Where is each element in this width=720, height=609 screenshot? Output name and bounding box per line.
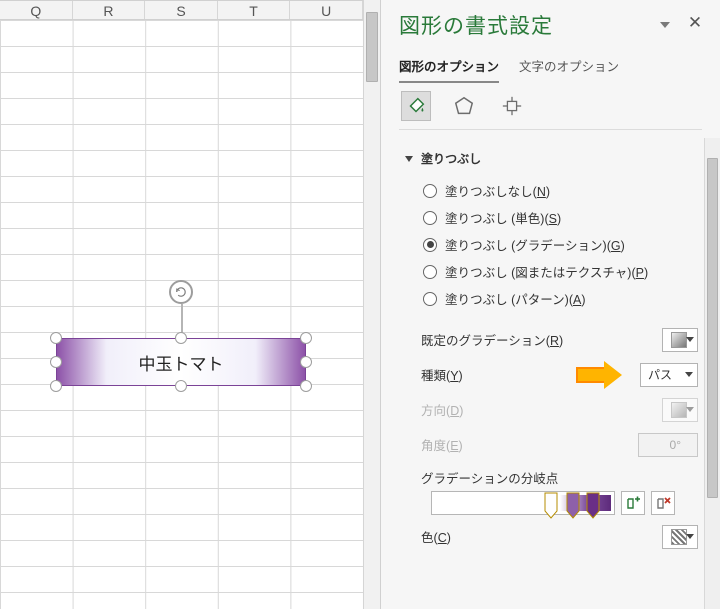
- resize-handle[interactable]: [175, 380, 187, 392]
- resize-handle[interactable]: [175, 332, 187, 344]
- pane-vscrollbar[interactable]: [704, 138, 720, 609]
- preset-gradient-dropdown[interactable]: [662, 328, 698, 352]
- caret-down-icon: [405, 156, 413, 162]
- format-shape-pane: 図形の書式設定 ✕ 図形のオプション 文字のオプション: [380, 0, 720, 609]
- fill-type-radios: 塗りつぶしなし(N) 塗りつぶし (単色)(S) 塗りつぶし (グラデーション)…: [395, 177, 702, 320]
- gradient-type-value: パス: [648, 366, 672, 383]
- radio-fill-solid[interactable]: 塗りつぶし (単色)(S): [423, 204, 702, 231]
- resize-handle[interactable]: [300, 380, 312, 392]
- gradient-direction-label: 方向(D): [421, 400, 463, 419]
- gradient-type-label: 種類(Y): [421, 365, 463, 384]
- gradient-angle-input: 0°: [638, 433, 698, 457]
- shape-rounded-rect[interactable]: 中玉トマト: [56, 338, 306, 386]
- effects-tab[interactable]: [449, 91, 479, 121]
- gradient-stop[interactable]: [566, 489, 580, 519]
- resize-handle[interactable]: [300, 332, 312, 344]
- gradient-type-dropdown[interactable]: パス: [640, 363, 698, 387]
- close-pane-button[interactable]: ✕: [686, 14, 704, 32]
- resize-handle[interactable]: [300, 356, 312, 368]
- rotate-handle[interactable]: [169, 280, 193, 304]
- size-properties-tab[interactable]: [497, 91, 527, 121]
- radio-fill-gradient[interactable]: 塗りつぶし (グラデーション)(G): [423, 231, 702, 258]
- preset-gradient-label: 既定のグラデーション(R): [421, 330, 563, 349]
- remove-gradient-stop-button[interactable]: [651, 491, 675, 515]
- resize-handle[interactable]: [50, 356, 62, 368]
- annotation-arrow-icon: [576, 361, 628, 389]
- col-head[interactable]: Q: [0, 1, 73, 19]
- fill-and-line-tab[interactable]: [401, 91, 431, 121]
- stop-color-label: 色(C): [421, 527, 451, 546]
- radio-fill-none[interactable]: 塗りつぶしなし(N): [423, 177, 702, 204]
- separator: [399, 129, 702, 130]
- tab-text-options[interactable]: 文字のオプション: [519, 56, 619, 83]
- gradient-stop[interactable]: [544, 489, 558, 519]
- resize-handle[interactable]: [50, 332, 62, 344]
- pentagon-icon: [453, 95, 475, 117]
- gradient-stops-slider[interactable]: [431, 491, 615, 515]
- col-head[interactable]: U: [290, 1, 363, 19]
- radio-fill-pattern[interactable]: 塗りつぶし (パターン)(A): [423, 285, 702, 312]
- column-headers[interactable]: Q R S T U: [0, 0, 363, 20]
- gradient-angle-label: 角度(E): [421, 435, 463, 454]
- pane-subtabs: [381, 83, 720, 123]
- scrollbar-thumb[interactable]: [366, 12, 378, 82]
- col-head[interactable]: S: [145, 1, 218, 19]
- rotate-icon: [174, 285, 188, 299]
- fill-section-header[interactable]: 塗りつぶし: [395, 144, 702, 177]
- gradient-direction-dropdown: [662, 398, 698, 422]
- add-gradient-stop-button[interactable]: [621, 491, 645, 515]
- gradient-stops-label: グラデーションの分岐点: [395, 462, 702, 491]
- tab-shape-options[interactable]: 図形のオプション: [399, 56, 499, 83]
- worksheet-vscrollbar[interactable]: [363, 0, 380, 609]
- pane-tabs: 図形のオプション 文字のオプション: [381, 55, 720, 83]
- paint-bucket-icon: [405, 95, 427, 117]
- radio-fill-picture[interactable]: 塗りつぶし (図またはテクスチャ)(P): [423, 258, 702, 285]
- col-head[interactable]: R: [73, 1, 146, 19]
- stop-color-dropdown[interactable]: [662, 525, 698, 549]
- worksheet-area[interactable]: Q R S T U 中玉トマト: [0, 0, 380, 609]
- pane-options-dropdown[interactable]: [660, 22, 670, 28]
- scrollbar-thumb[interactable]: [707, 158, 718, 498]
- gradient-stop[interactable]: [586, 489, 600, 519]
- col-head[interactable]: T: [218, 1, 291, 19]
- fill-section-label: 塗りつぶし: [421, 150, 481, 167]
- size-icon: [501, 95, 523, 117]
- resize-handle[interactable]: [50, 380, 62, 392]
